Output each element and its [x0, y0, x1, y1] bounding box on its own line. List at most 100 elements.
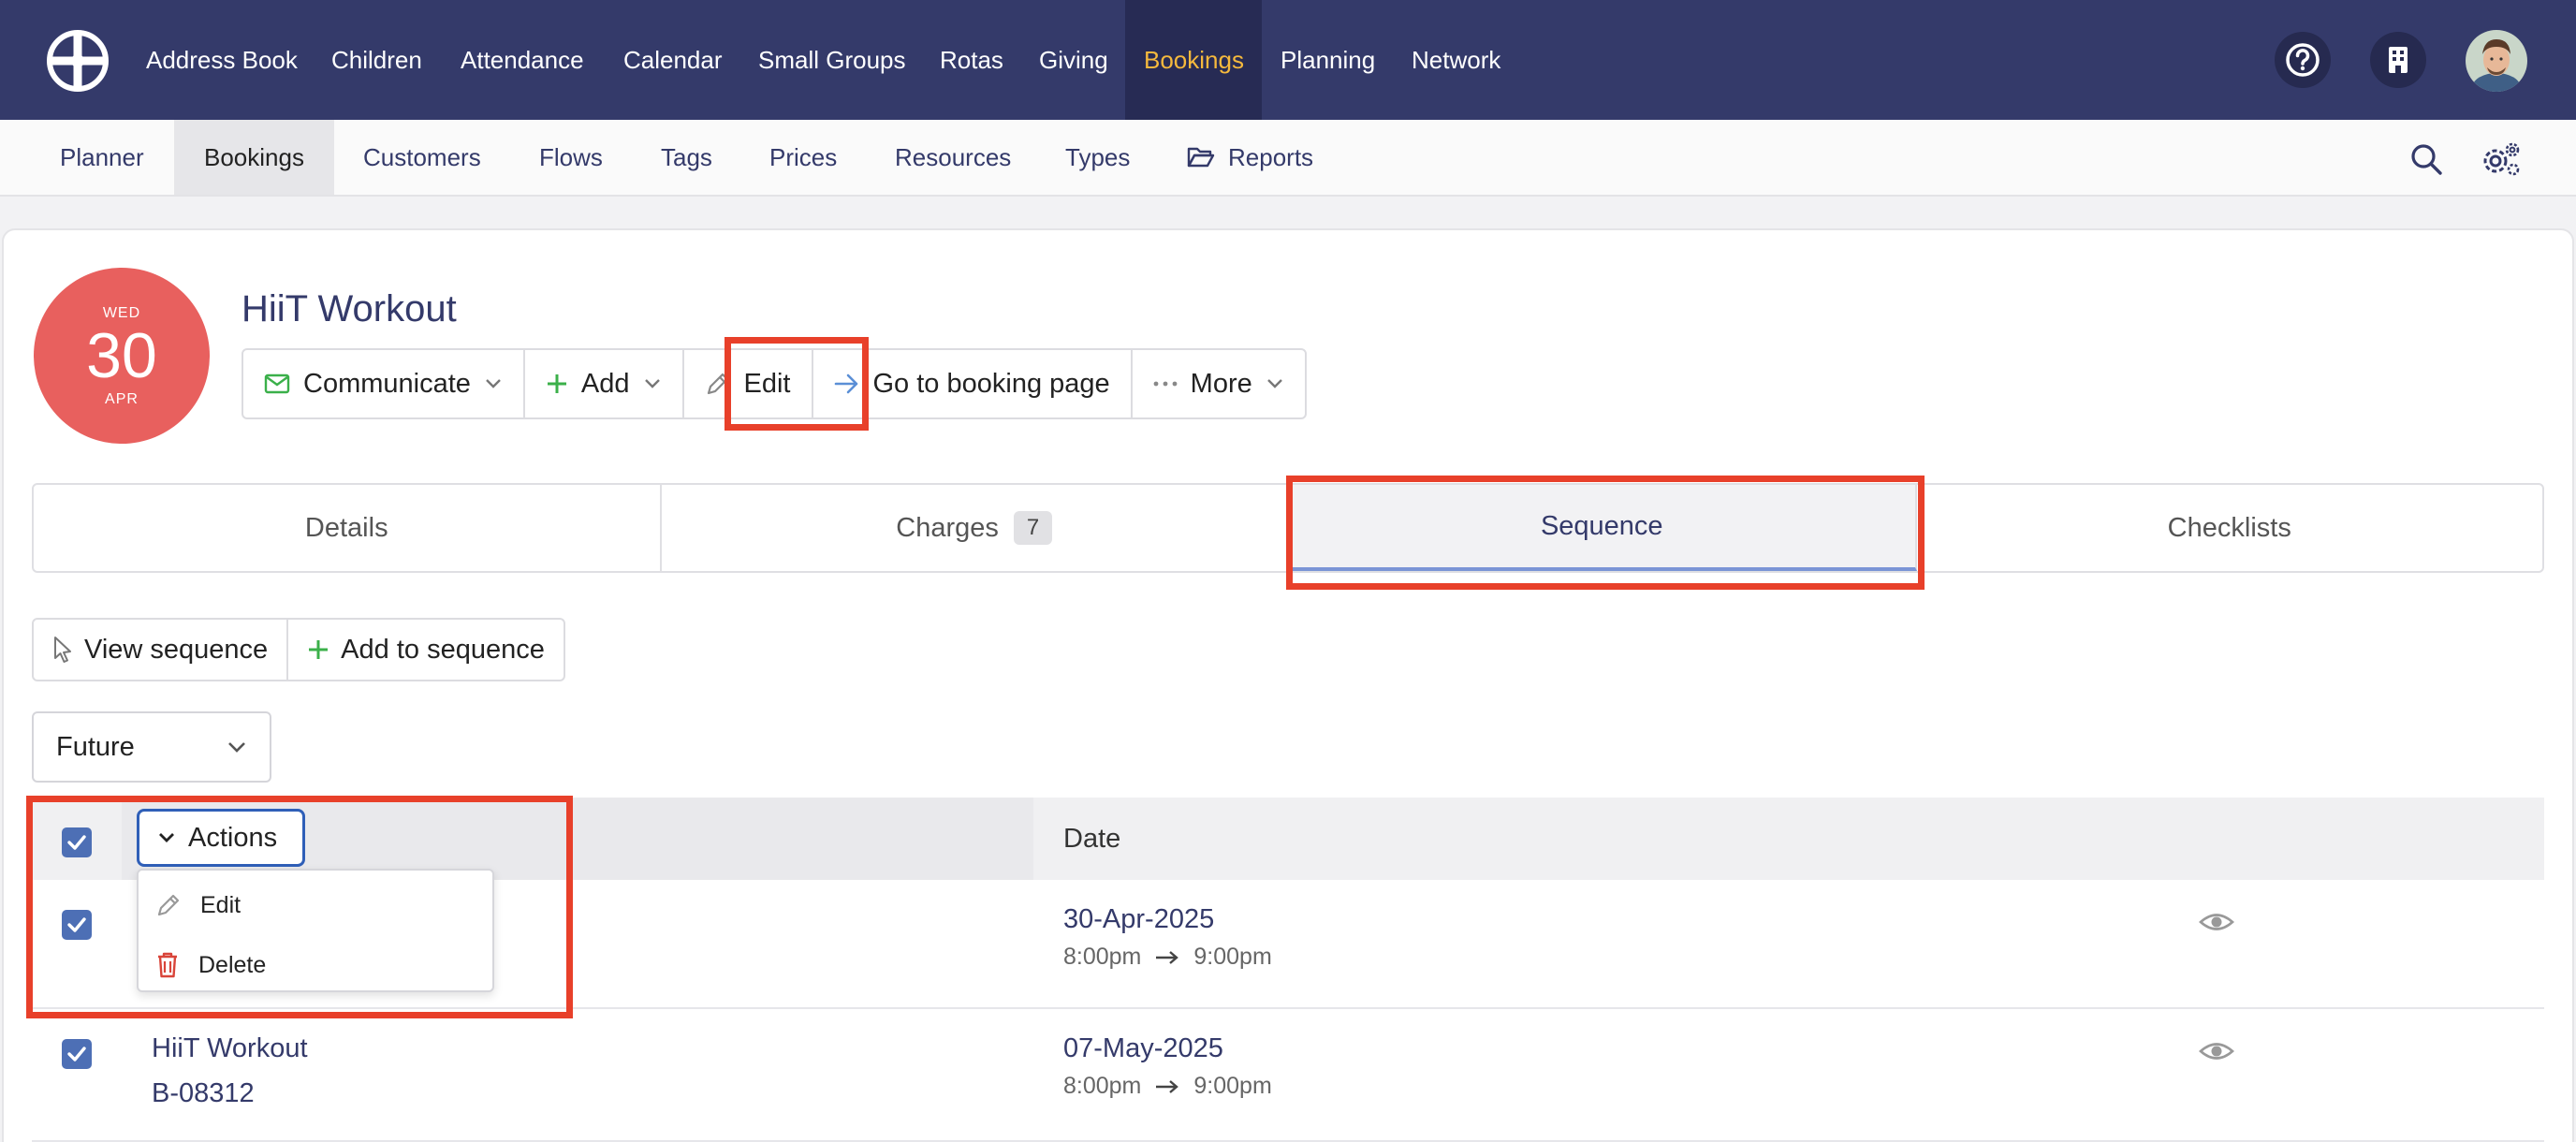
- menu-item-delete[interactable]: Delete: [155, 944, 266, 987]
- communicate-label: Communicate: [303, 368, 471, 399]
- nav-item-giving[interactable]: Giving: [1039, 0, 1108, 120]
- arrow-right-icon: [1156, 950, 1179, 964]
- nav-item-children[interactable]: Children: [331, 0, 422, 120]
- nav-item-network[interactable]: Network: [1412, 0, 1500, 120]
- subnav-item-planner[interactable]: Planner: [60, 120, 144, 195]
- add-to-sequence-label: Add to sequence: [341, 634, 545, 665]
- table-row: HiiT Workout B-08312 07-May-2025 8:00pm …: [32, 1009, 2544, 1142]
- time-filter-value: Future: [56, 731, 135, 762]
- view-eye-icon[interactable]: [2198, 908, 2235, 936]
- view-eye-icon[interactable]: [2198, 1037, 2235, 1065]
- tab-checklists[interactable]: Checklists: [1917, 485, 2543, 571]
- subnav-item-prices[interactable]: Prices: [769, 120, 837, 195]
- row-reference[interactable]: B-08312: [152, 1078, 255, 1109]
- add-to-sequence-button[interactable]: Add to sequence: [288, 620, 564, 680]
- edit-button[interactable]: Edit: [684, 350, 813, 417]
- edit-label: Edit: [743, 368, 791, 399]
- tab-sequence[interactable]: Sequence: [1289, 485, 1917, 571]
- subnav-item-reports-label: Reports: [1228, 143, 1314, 171]
- row-start-time: 8:00pm: [1063, 1073, 1142, 1099]
- row-time-range: 8:00pm 9:00pm: [1063, 944, 1272, 971]
- pointer-icon: [54, 637, 71, 663]
- checkmark-icon: [67, 1047, 86, 1061]
- ellipsis-icon: [1153, 381, 1178, 387]
- tab-details-label: Details: [304, 512, 388, 543]
- chevron-down-icon: [1266, 379, 1282, 388]
- pencil-icon: [157, 894, 180, 916]
- row-checkbox[interactable]: [62, 1039, 92, 1069]
- actions-dropdown-button[interactable]: Actions: [137, 809, 305, 867]
- row-start-time: 8:00pm: [1063, 944, 1142, 970]
- more-button[interactable]: More: [1133, 350, 1305, 417]
- row-date[interactable]: 07-May-2025: [1063, 1033, 1223, 1064]
- search-icon[interactable]: [2406, 139, 2447, 180]
- nav-item-planning[interactable]: Planning: [1281, 0, 1375, 120]
- row-date[interactable]: 30-Apr-2025: [1063, 904, 1214, 935]
- sub-navigation-bar: Planner Bookings Customers Flows Tags Pr…: [0, 120, 2576, 197]
- subnav-item-flows[interactable]: Flows: [539, 120, 603, 195]
- sequence-toolbar: View sequence Add to sequence: [32, 618, 565, 681]
- more-label: More: [1190, 368, 1252, 399]
- nav-item-attendance[interactable]: Attendance: [461, 0, 584, 120]
- top-navigation-bar: Address Book Children Attendance Calenda…: [0, 0, 2576, 120]
- building-icon[interactable]: [2370, 32, 2426, 88]
- booking-title: HiiT Workout: [242, 288, 457, 329]
- booking-action-toolbar: Communicate Add Edit Go to booking page …: [242, 348, 1307, 419]
- nav-item-address-book[interactable]: Address Book: [146, 0, 298, 120]
- subnav-item-customers[interactable]: Customers: [363, 120, 481, 195]
- nav-item-calendar[interactable]: Calendar: [623, 0, 723, 120]
- row-title[interactable]: HiiT Workout: [152, 1033, 308, 1064]
- menu-item-edit-label: Edit: [200, 891, 242, 918]
- folder-open-icon: [1187, 147, 1215, 168]
- plus-icon: [309, 640, 329, 659]
- app-logo-icon[interactable]: [47, 30, 109, 92]
- subnav-item-bookings[interactable]: Bookings: [174, 120, 334, 195]
- help-icon[interactable]: [2275, 32, 2331, 88]
- booking-date-badge: WED 30 APR: [34, 268, 210, 444]
- nav-item-rotas[interactable]: Rotas: [940, 0, 1003, 120]
- menu-item-edit[interactable]: Edit: [155, 884, 241, 927]
- user-avatar[interactable]: [2466, 30, 2527, 92]
- add-label: Add: [580, 368, 630, 399]
- settings-icon[interactable]: [2481, 139, 2522, 180]
- chevron-down-icon: [486, 379, 501, 388]
- subnav-item-reports[interactable]: Reports: [1187, 120, 1313, 195]
- select-all-checkbox[interactable]: [62, 827, 92, 857]
- communicate-button[interactable]: Communicate: [243, 350, 525, 417]
- chevron-down-icon: [228, 742, 245, 753]
- row-end-time: 9:00pm: [1193, 1073, 1272, 1099]
- booking-tabs: Details Charges 7 Sequence Checklists: [32, 483, 2544, 573]
- nav-item-small-groups[interactable]: Small Groups: [758, 0, 906, 120]
- arrow-right-icon: [1156, 1079, 1179, 1093]
- date-day: 30: [86, 320, 157, 391]
- tab-checklists-label: Checklists: [2167, 512, 2291, 543]
- actions-menu: Edit Delete: [137, 869, 494, 992]
- subnav-item-resources[interactable]: Resources: [895, 120, 1011, 195]
- go-to-booking-page-button[interactable]: Go to booking page: [813, 350, 1133, 417]
- arrow-right-icon: [834, 373, 857, 394]
- envelope-icon: [264, 373, 290, 394]
- subnav-item-types[interactable]: Types: [1065, 120, 1130, 195]
- trash-icon: [158, 952, 177, 978]
- tab-sequence-label: Sequence: [1540, 510, 1663, 541]
- date-month: APR: [105, 391, 139, 407]
- plus-icon: [547, 374, 566, 393]
- subnav-item-tags[interactable]: Tags: [661, 120, 712, 195]
- tab-details[interactable]: Details: [34, 485, 662, 571]
- time-filter-select[interactable]: Future: [32, 711, 271, 783]
- row-end-time: 9:00pm: [1193, 944, 1272, 970]
- chevron-down-icon: [644, 379, 660, 388]
- row-checkbox[interactable]: [62, 910, 92, 940]
- date-column-header: Date: [1063, 824, 1121, 854]
- checkmark-icon: [67, 917, 86, 932]
- view-sequence-button[interactable]: View sequence: [34, 620, 289, 680]
- actions-label: Actions: [188, 822, 278, 853]
- chevron-down-icon: [159, 833, 174, 842]
- nav-item-bookings[interactable]: Bookings: [1125, 0, 1262, 120]
- checkmark-icon: [67, 835, 86, 850]
- tab-charges[interactable]: Charges 7: [662, 485, 1289, 571]
- add-button[interactable]: Add: [525, 350, 684, 417]
- go-to-booking-page-label: Go to booking page: [872, 368, 1110, 399]
- charges-count-badge: 7: [1013, 511, 1053, 545]
- tab-charges-label: Charges: [896, 512, 999, 543]
